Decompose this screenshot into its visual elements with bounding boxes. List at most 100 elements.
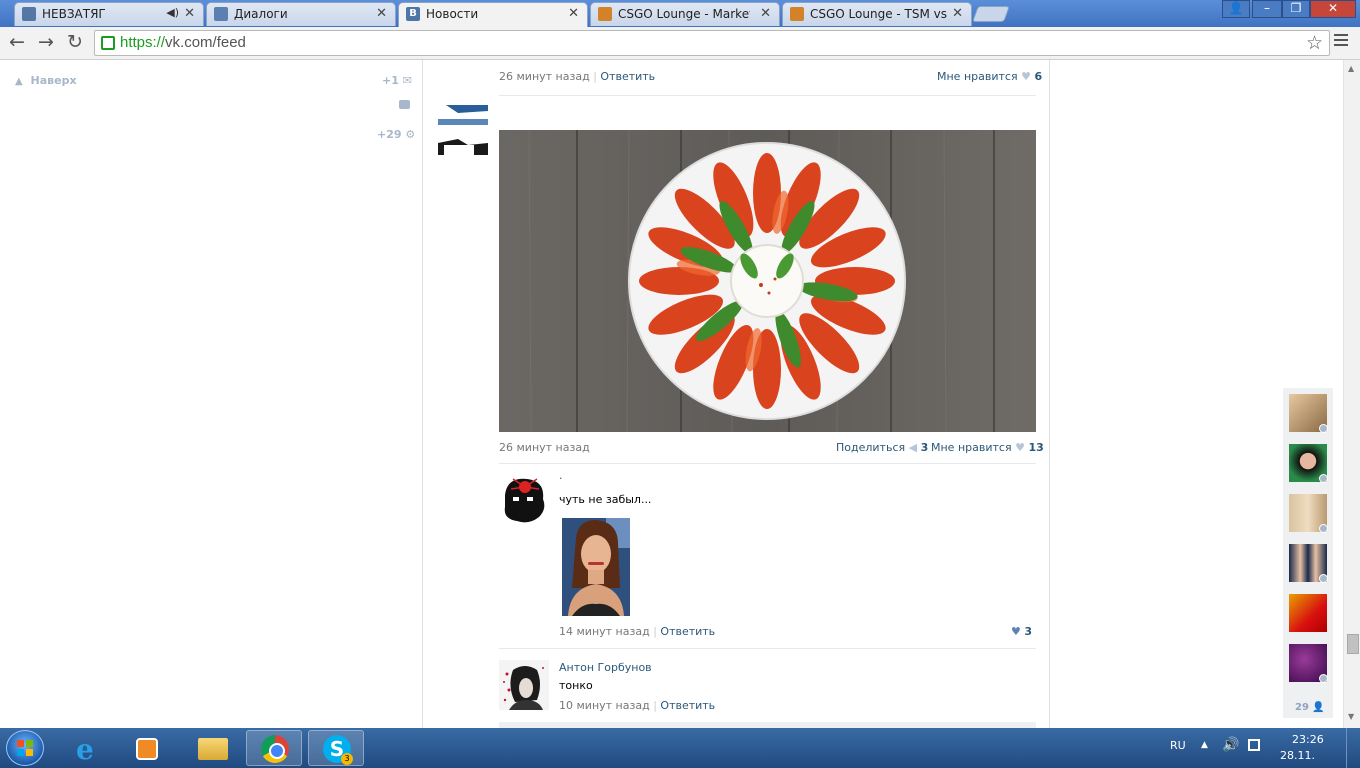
close-icon[interactable]: ✕ xyxy=(952,6,963,21)
address-bar[interactable]: https://vk.com/feed ☆ xyxy=(94,30,1330,56)
comment-attached-photo[interactable] xyxy=(562,518,630,616)
language-indicator[interactable]: RU xyxy=(1170,739,1186,752)
reply-link[interactable]: Ответить xyxy=(660,625,715,638)
csgo-lounge-icon xyxy=(790,7,804,21)
lock-icon xyxy=(101,36,115,50)
start-button[interactable] xyxy=(6,730,44,766)
friends-count-button[interactable]: 29 👤 xyxy=(1295,702,1325,713)
taskbar-media-player[interactable] xyxy=(120,730,176,766)
volume-icon[interactable]: 🔊 xyxy=(1222,737,1239,753)
reply-time[interactable]: 26 минут назад xyxy=(499,70,590,83)
windows-logo-icon xyxy=(17,740,33,756)
tab-label: CSGO Lounge - Marketpla xyxy=(618,7,750,21)
divider xyxy=(499,95,1036,96)
vertical-scrollbar[interactable]: ▲ ▼ xyxy=(1343,60,1360,728)
reply-link[interactable]: Ответить xyxy=(600,70,655,83)
forward-icon[interactable]: → xyxy=(35,31,57,53)
like-button[interactable]: Мне нравится ♥ 6 xyxy=(937,70,1042,83)
comment-text: чуть не забыл... xyxy=(559,493,652,506)
friend-avatar[interactable] xyxy=(1289,444,1328,483)
share-button[interactable]: Поделиться ◀ 3 xyxy=(836,441,928,454)
clock-time[interactable]: 23:26 xyxy=(1292,733,1324,746)
comment-icon[interactable] xyxy=(399,100,410,109)
new-tab-button[interactable] xyxy=(972,6,1010,22)
close-icon[interactable]: ✕ xyxy=(760,6,771,21)
status-dot xyxy=(1319,674,1328,683)
crayfish-photo xyxy=(499,129,1036,433)
scroll-to-top-label: Наверх xyxy=(30,74,77,87)
reload-icon[interactable]: ↻ xyxy=(64,31,86,53)
comment-like-button[interactable]: ♥ 3 xyxy=(1011,625,1032,638)
friend-avatar[interactable] xyxy=(1289,644,1328,683)
close-icon[interactable]: ✕ xyxy=(184,6,195,21)
divider xyxy=(499,463,1036,464)
chat-icon xyxy=(214,7,228,21)
restore-button[interactable]: ❐ xyxy=(1282,0,1310,18)
tab-csgo-marketplace[interactable]: CSGO Lounge - Marketpla ✕ xyxy=(590,2,780,26)
url-path: vk.com/feed xyxy=(165,34,246,51)
comment-author-name[interactable]: Антон Горбунов xyxy=(559,661,652,674)
post-photo[interactable] xyxy=(499,129,1036,433)
share-label: Поделиться xyxy=(836,441,906,454)
windows-taskbar: e S 3 RU ▲ 🔊 23:26 28.11. xyxy=(0,728,1360,768)
comment-author-avatar[interactable] xyxy=(499,475,549,525)
like-button[interactable]: Мне нравится ♥ 13 xyxy=(931,441,1044,454)
scroll-down-arrow-icon[interactable]: ▼ xyxy=(1348,712,1354,721)
minimize-button[interactable]: – xyxy=(1252,0,1282,18)
avatar-image xyxy=(499,475,549,525)
tab-dialogs[interactable]: Диалоги ✕ xyxy=(206,2,396,26)
vk-icon: B xyxy=(406,7,420,21)
clock-date[interactable]: 28.11. xyxy=(1280,749,1315,762)
like-count: 13 xyxy=(1028,441,1044,454)
friends-count: 29 xyxy=(1295,702,1309,713)
skype-badge: 3 xyxy=(341,753,353,765)
csgo-lounge-icon xyxy=(598,7,612,21)
show-desktop-button[interactable] xyxy=(1346,728,1360,768)
online-friends-bar: 29 👤 xyxy=(1283,388,1333,718)
status-dot xyxy=(1319,424,1328,433)
close-icon[interactable]: ✕ xyxy=(376,6,387,21)
tray-expand-icon[interactable]: ▲ xyxy=(1201,740,1208,750)
friend-avatar[interactable] xyxy=(1289,594,1327,632)
network-icon[interactable] xyxy=(1248,739,1260,751)
news-feed: 26 минут назад | Ответить Мне нравится ♥… xyxy=(422,60,1050,728)
status-dot xyxy=(1319,524,1328,533)
user-profile-button[interactable]: 👤 xyxy=(1222,0,1250,18)
notifications-counter[interactable]: +29 ⚙ xyxy=(377,128,415,141)
post-time[interactable]: 26 минут назад xyxy=(499,441,590,454)
scrollbar-thumb[interactable] xyxy=(1347,634,1359,654)
avatar-image xyxy=(438,105,488,155)
scroll-to-top-button[interactable]: ▲ Наверх xyxy=(15,74,77,87)
comment-author-avatar[interactable] xyxy=(499,660,549,710)
back-icon[interactable]: ← xyxy=(6,31,28,53)
close-icon[interactable]: ✕ xyxy=(568,6,579,21)
tab-label: Диалоги xyxy=(234,7,288,21)
notifications-count: +29 xyxy=(377,128,402,141)
comment-time[interactable]: 10 минут назад xyxy=(559,699,650,712)
friend-avatar[interactable] xyxy=(1289,394,1328,433)
comment-meta: 14 минут назад | Ответить xyxy=(559,625,716,638)
tab-csgo-match[interactable]: CSGO Lounge - TSM vs LG ✕ xyxy=(782,2,972,26)
friend-avatar[interactable] xyxy=(1289,544,1328,583)
menu-icon[interactable] xyxy=(1334,34,1348,49)
taskbar-chrome[interactable] xyxy=(246,730,302,766)
scroll-up-arrow-icon[interactable]: ▲ xyxy=(1348,64,1354,73)
messages-counter[interactable]: +1 ✉ xyxy=(382,74,412,87)
comment-time[interactable]: 14 минут назад xyxy=(559,625,650,638)
taskbar-skype[interactable]: S 3 xyxy=(308,730,364,766)
tab-nevzatyag[interactable]: НЕВЗАТЯГ ◀) ✕ xyxy=(14,2,204,26)
friend-avatar[interactable] xyxy=(1289,494,1328,533)
comment-author-name[interactable]: . xyxy=(559,469,563,482)
reply-link[interactable]: Ответить xyxy=(660,699,715,712)
taskbar-explorer[interactable] xyxy=(186,730,242,766)
post-author-avatar[interactable] xyxy=(438,105,488,155)
tab-label: CSGO Lounge - TSM vs LG xyxy=(810,7,948,21)
browser-toolbar: ← → ↻ https://vk.com/feed ☆ xyxy=(0,27,1360,60)
tab-news[interactable]: B Новости ✕ xyxy=(398,2,588,29)
megaphone-icon: ◀ xyxy=(908,441,918,454)
like-count: 3 xyxy=(1024,625,1033,638)
taskbar-ie[interactable]: e xyxy=(62,730,118,766)
close-window-button[interactable]: ✕ xyxy=(1310,0,1356,18)
bookmark-star-icon[interactable]: ☆ xyxy=(1306,32,1323,54)
up-arrow-icon: ▲ xyxy=(15,76,23,87)
